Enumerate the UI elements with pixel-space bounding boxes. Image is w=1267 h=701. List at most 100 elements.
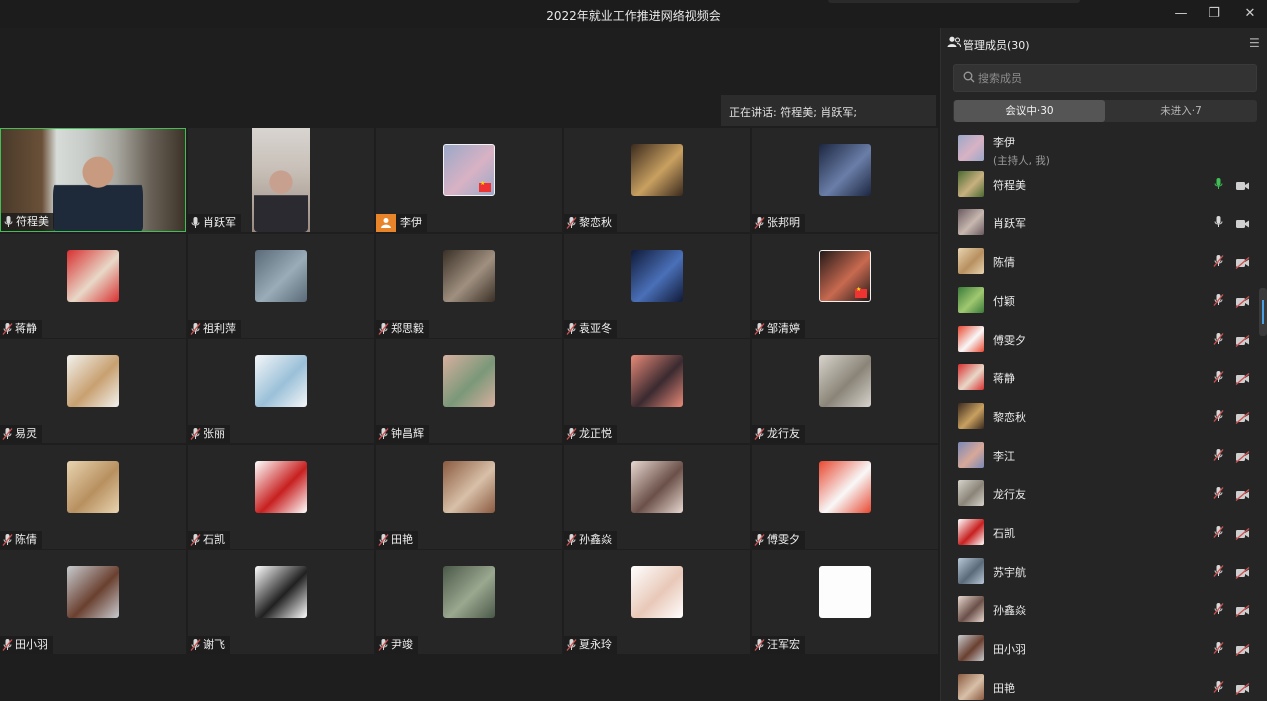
participant-name-tag: 谢飞: [188, 636, 230, 654]
video-tile[interactable]: 陈倩: [0, 444, 186, 549]
member-camera-toggle[interactable]: [1235, 332, 1250, 351]
member-row[interactable]: 石凯: [941, 519, 1257, 557]
member-search-input[interactable]: [978, 70, 1248, 86]
maximize-button[interactable]: ❐: [1203, 4, 1225, 24]
member-camera-toggle[interactable]: [1235, 564, 1250, 583]
video-tile[interactable]: 汪军宏: [752, 550, 938, 654]
video-tile[interactable]: 李伊: [376, 128, 562, 232]
video-tile[interactable]: 郑思毅: [376, 233, 562, 338]
video-tile[interactable]: 袁亚冬: [564, 233, 750, 338]
video-tile[interactable]: 田小羽: [0, 550, 186, 654]
member-tabs: 会议中·30 未进入·7: [953, 100, 1257, 122]
camera-off-icon: [1235, 411, 1250, 424]
video-tile[interactable]: 尹竣: [376, 550, 562, 654]
member-list-scrollbar[interactable]: [1259, 288, 1267, 336]
member-mic-toggle[interactable]: [1213, 214, 1224, 233]
member-camera-toggle[interactable]: [1235, 486, 1250, 505]
participant-name: 邹清婷: [767, 321, 800, 335]
member-row[interactable]: 符程美: [941, 170, 1257, 209]
member-camera-toggle[interactable]: [1235, 525, 1250, 544]
video-tile[interactable]: 田艳: [376, 444, 562, 549]
participant-name-tag: 李伊: [376, 214, 427, 232]
member-avatar: [958, 209, 984, 236]
member-mic-toggle[interactable]: [1213, 485, 1224, 504]
member-mic-toggle[interactable]: [1213, 640, 1224, 659]
close-button[interactable]: ✕: [1239, 4, 1261, 24]
video-tile[interactable]: 钟昌辉: [376, 339, 562, 443]
video-tile[interactable]: 黎恋秋: [564, 128, 750, 232]
member-camera-toggle[interactable]: [1235, 448, 1250, 467]
participant-name-tag: 祖利萍: [188, 319, 241, 338]
member-row[interactable]: 李江: [941, 441, 1257, 480]
member-mic-toggle[interactable]: [1213, 408, 1224, 427]
camera-off-icon: [1235, 295, 1250, 308]
video-tile[interactable]: 符程美: [0, 128, 186, 232]
member-mic-toggle[interactable]: [1213, 292, 1224, 311]
video-tile[interactable]: 蒋静: [0, 233, 186, 338]
participant-avatar: [819, 144, 871, 196]
video-tile[interactable]: 肖跃军: [188, 128, 374, 232]
participant-name-tag: 尹竣: [376, 636, 418, 654]
member-row[interactable]: 孙鑫焱: [941, 596, 1257, 634]
video-tile[interactable]: 谢飞: [188, 550, 374, 654]
participant-name: 谢飞: [203, 638, 225, 651]
video-tile[interactable]: 石凯: [188, 444, 374, 549]
participant-avatar: [443, 144, 495, 196]
member-camera-toggle[interactable]: [1235, 177, 1250, 196]
video-tile[interactable]: 易灵: [0, 339, 186, 443]
member-mic-toggle[interactable]: [1213, 563, 1224, 582]
video-tile[interactable]: 龙正悦: [564, 339, 750, 443]
member-mic-toggle[interactable]: [1213, 369, 1224, 388]
member-mic-toggle[interactable]: [1213, 601, 1224, 620]
member-row[interactable]: 黎恋秋: [941, 402, 1257, 441]
member-row[interactable]: 蒋静: [941, 364, 1257, 402]
minimize-button[interactable]: —: [1170, 4, 1192, 24]
member-camera-toggle[interactable]: [1235, 215, 1250, 234]
member-camera-toggle[interactable]: [1235, 602, 1250, 621]
host-person-icon: [381, 218, 391, 228]
member-camera-toggle[interactable]: [1235, 293, 1250, 312]
video-tile[interactable]: 夏永玲: [564, 550, 750, 654]
tab-in-meeting[interactable]: 会议中·30: [954, 100, 1105, 122]
member-camera-toggle[interactable]: [1235, 641, 1250, 660]
member-row[interactable]: 傅雯夕: [941, 325, 1257, 364]
tab-not-joined[interactable]: 未进入·7: [1106, 100, 1256, 122]
participant-name-tag: 张丽: [188, 425, 230, 443]
member-mic-toggle[interactable]: [1213, 524, 1224, 543]
panel-menu-icon[interactable]: ☰: [1249, 36, 1260, 50]
participant-name: 田艳: [391, 532, 413, 546]
member-camera-toggle[interactable]: [1235, 680, 1250, 699]
video-tile[interactable]: 祖利萍: [188, 233, 374, 338]
video-tile[interactable]: 龙行友: [752, 339, 938, 443]
member-mic-toggle[interactable]: [1213, 447, 1224, 466]
member-mic-toggle[interactable]: [1213, 331, 1224, 350]
member-search-box[interactable]: [953, 64, 1257, 92]
member-camera-toggle[interactable]: [1235, 370, 1250, 389]
member-row[interactable]: 田小羽: [941, 635, 1257, 673]
video-tile[interactable]: 邹清婷: [752, 233, 938, 338]
member-row[interactable]: 田艳: [941, 673, 1257, 701]
video-tile[interactable]: 张丽: [188, 339, 374, 443]
member-row[interactable]: 李伊 (主持人, 我): [941, 132, 1257, 170]
video-tile[interactable]: 孙鑫焱: [564, 444, 750, 549]
meeting-window: 2022年就业工作推进网络视频会 — ❐ ✕ 正在讲话: 符程美; 肖跃军; 符…: [0, 0, 1267, 701]
member-row[interactable]: 龙行友: [941, 480, 1257, 518]
participant-name: 尹竣: [391, 638, 413, 651]
member-mic-toggle[interactable]: [1213, 176, 1224, 195]
member-row[interactable]: 苏宇航: [941, 557, 1257, 596]
member-row[interactable]: 陈倩: [941, 248, 1257, 286]
video-tile[interactable]: 傅雯夕: [752, 444, 938, 549]
mic-muted-icon: [1213, 487, 1224, 500]
participant-name: 傅雯夕: [767, 532, 800, 546]
video-tile[interactable]: 张邦明: [752, 128, 938, 232]
member-camera-toggle[interactable]: [1235, 254, 1250, 273]
member-mic-toggle[interactable]: [1213, 679, 1224, 698]
mic-muted-icon: [754, 217, 765, 229]
member-camera-toggle[interactable]: [1235, 409, 1250, 428]
mic-muted-icon: [1213, 332, 1224, 345]
member-mic-toggle[interactable]: [1213, 253, 1224, 272]
mic-muted-icon: [1213, 371, 1224, 384]
window-title: 2022年就业工作推进网络视频会: [546, 9, 721, 23]
member-row[interactable]: 肖跃军: [941, 209, 1257, 247]
member-row[interactable]: 付颖: [941, 286, 1257, 325]
